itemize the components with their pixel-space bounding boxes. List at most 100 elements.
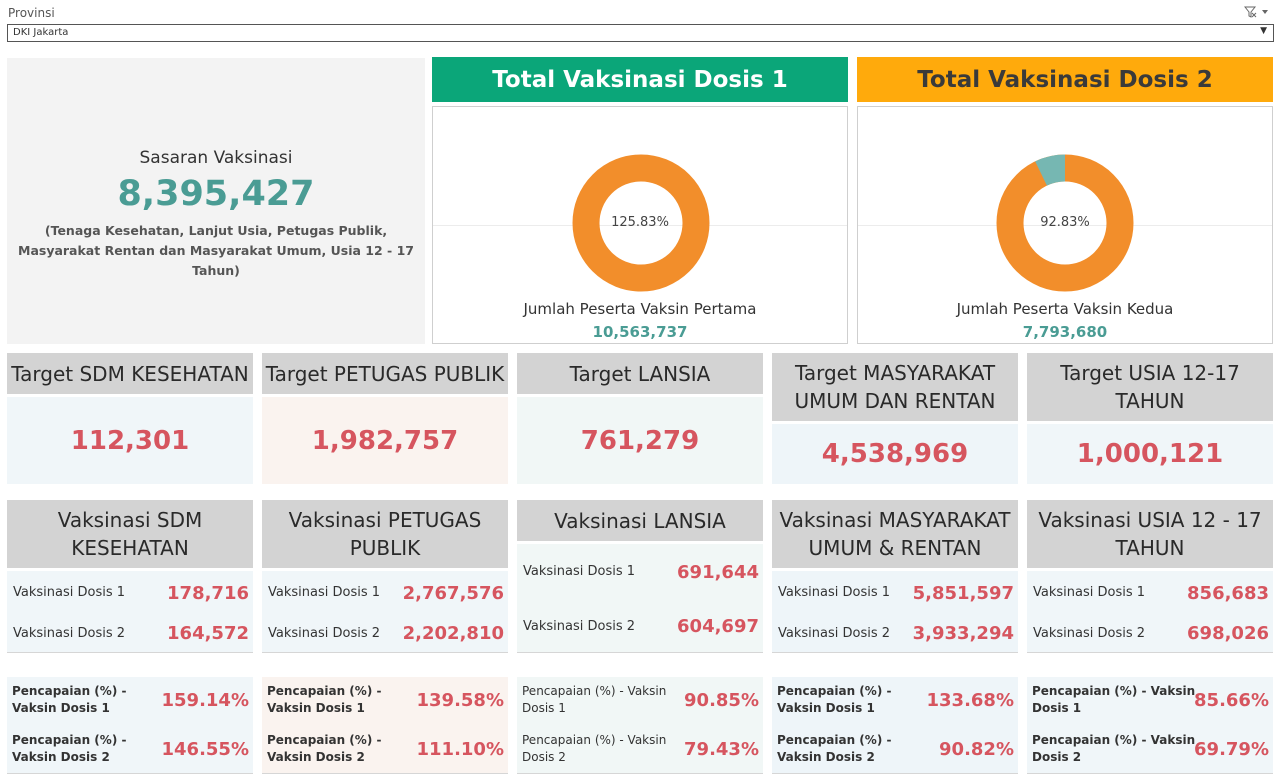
pencapaian-dose1-value: 85.66% bbox=[1194, 690, 1269, 711]
sasaran-value: 8,395,427 bbox=[117, 174, 315, 214]
pencapaian-dose1-label: Pencapaian (%) - Vaksin Dosis 1 bbox=[267, 683, 381, 717]
label-line2: Vaksin Dosis 2 bbox=[777, 750, 875, 764]
vaksinasi-sdm-header: Vaksinasi SDM KESEHATAN bbox=[7, 500, 253, 568]
vaksinasi-petugas-body: Vaksinasi Dosis 1 2,767,576 Vaksinasi Do… bbox=[262, 571, 508, 653]
label-line2: Vaksin Dosis 1 bbox=[777, 701, 875, 715]
dose2-count: 7,793,680 bbox=[1022, 323, 1108, 341]
label-line1: Pencapaian (%) - Vaksin bbox=[1032, 684, 1196, 698]
dose1-value: 5,851,597 bbox=[912, 583, 1014, 604]
dose2-label: Jumlah Peserta Vaksin Kedua bbox=[956, 300, 1174, 318]
pencapaian-dose1-value: 90.85% bbox=[684, 690, 759, 711]
label-line2: Vaksin Dosis 2 bbox=[12, 750, 110, 764]
dose1-label: Vaksinasi Dosis 1 bbox=[1033, 585, 1146, 600]
target-lansia-value: 761,279 bbox=[517, 397, 763, 484]
vaksinasi-masyarakat-header: Vaksinasi MASYARAKAT UMUM & RENTAN bbox=[772, 500, 1018, 568]
pencapaian-dose2-value: 69.79% bbox=[1194, 739, 1269, 760]
pencapaian-petugas-body: Pencapaian (%) - Vaksin Dosis 1 139.58% P… bbox=[262, 677, 508, 774]
sasaran-title: Sasaran Vaksinasi bbox=[139, 148, 293, 168]
pencapaian-dose2-label: Pencapaian (%) - Vaksin Dosis 2 bbox=[522, 732, 666, 766]
dose2-value: 698,026 bbox=[1187, 623, 1269, 644]
pencapaian-dose2-value: 111.10% bbox=[416, 739, 505, 760]
sasaran-vaksinasi-panel: Sasaran Vaksinasi 8,395,427 (Tenaga Kese… bbox=[7, 58, 425, 344]
pencapaian-dose1-label: Pencapaian (%) - Vaksin Dosis 1 bbox=[1032, 683, 1195, 717]
pencapaian-dose2-value: 90.82% bbox=[939, 739, 1014, 760]
target-masyarakat-header: Target MASYARAKAT UMUM DAN RENTAN bbox=[772, 353, 1018, 421]
target-sdm-kesehatan-header: Target SDM KESEHATAN bbox=[7, 353, 253, 394]
label-line2: Dosis 2 bbox=[522, 750, 566, 764]
pencapaian-dose1-value: 159.14% bbox=[161, 690, 250, 711]
target-usia-value: 1,000,121 bbox=[1027, 424, 1273, 484]
dose2-value: 2,202,810 bbox=[402, 623, 504, 644]
label-line1: Pencapaian (%) - bbox=[267, 733, 382, 747]
label-line1: Pencapaian (%) - bbox=[12, 684, 127, 698]
dose1-label: Vaksinasi Dosis 1 bbox=[268, 585, 381, 600]
provinsi-dropdown[interactable]: DKI Jakarta ▼ bbox=[7, 24, 1274, 42]
pencapaian-masyarakat-body: Pencapaian (%) - Vaksin Dosis 1 133.68% P… bbox=[772, 677, 1018, 774]
target-lansia-header: Target LANSIA bbox=[517, 353, 763, 394]
pencapaian-dose2-label: Pencapaian (%) - Vaksin Dosis 2 bbox=[12, 732, 126, 766]
dose1-label: Jumlah Peserta Vaksin Pertama bbox=[523, 300, 757, 318]
dose1-panel: 125.83% Jumlah Peserta Vaksin Pertama 10… bbox=[432, 106, 848, 344]
label-line1: Pencapaian (%) - Vaksin bbox=[522, 733, 667, 747]
pencapaian-dose1-label: Pencapaian (%) - Vaksin Dosis 1 bbox=[12, 683, 126, 717]
label-line2: Dosis 1 bbox=[1032, 701, 1082, 715]
pencapaian-dose2-value: 146.55% bbox=[161, 739, 250, 760]
target-masyarakat-value: 4,538,969 bbox=[772, 424, 1018, 484]
dose2-value: 3,933,294 bbox=[912, 623, 1014, 644]
provinsi-selected-value: DKI Jakarta bbox=[13, 27, 69, 38]
target-sdm-kesehatan-value: 112,301 bbox=[7, 397, 253, 484]
clear-filter-icon[interactable] bbox=[1243, 5, 1274, 19]
label-line2: Vaksin Dosis 1 bbox=[12, 701, 110, 715]
label-line1: Pencapaian (%) - bbox=[12, 733, 127, 747]
dose1-header: Total Vaksinasi Dosis 1 bbox=[432, 57, 848, 102]
dose2-panel: 92.83% Jumlah Peserta Vaksin Kedua 7,793… bbox=[857, 106, 1273, 344]
dose1-percent: 125.83% bbox=[611, 215, 669, 230]
dose1-value: 178,716 bbox=[167, 583, 249, 604]
dose1-label: Vaksinasi Dosis 1 bbox=[778, 585, 891, 600]
dose1-label: Vaksinasi Dosis 1 bbox=[13, 585, 126, 600]
pencapaian-dose1-label: Pencapaian (%) - Vaksin Dosis 1 bbox=[777, 683, 891, 717]
target-petugas-publik-value: 1,982,757 bbox=[262, 397, 508, 484]
sasaran-desc-line1: (Tenaga Kesehatan, Lanjut Usia, Petugas … bbox=[44, 223, 388, 238]
label-line2: Vaksin Dosis 1 bbox=[267, 701, 365, 715]
dose2-label: Vaksinasi Dosis 2 bbox=[778, 626, 891, 641]
vaksinasi-usia-body: Vaksinasi Dosis 1 856,683 Vaksinasi Dosi… bbox=[1027, 571, 1273, 653]
vaksinasi-usia-header: Vaksinasi USIA 12 - 17 TAHUN bbox=[1027, 500, 1273, 568]
dose1-count: 10,563,737 bbox=[592, 323, 688, 341]
dropdown-arrow-icon: ▼ bbox=[1260, 26, 1267, 36]
sasaran-desc-line2: Masyarakat Rentan dan Masyarakat Umum, U… bbox=[18, 243, 414, 278]
pencapaian-dose1-label: Pencapaian (%) - Vaksin Dosis 1 bbox=[522, 683, 666, 717]
pencapaian-usia-body: Pencapaian (%) - Vaksin Dosis 1 85.66% Pe… bbox=[1027, 677, 1273, 774]
pencapaian-dose1-value: 139.58% bbox=[416, 690, 505, 711]
dose1-value: 856,683 bbox=[1187, 583, 1269, 604]
label-line1: Pencapaian (%) - bbox=[267, 684, 382, 698]
pencapaian-dose2-label: Pencapaian (%) - Vaksin Dosis 2 bbox=[1032, 732, 1195, 766]
dose2-value: 164,572 bbox=[167, 623, 249, 644]
dose2-value: 604,697 bbox=[677, 616, 759, 637]
target-petugas-publik-header: Target PETUGAS PUBLIK bbox=[262, 353, 508, 394]
label-line1: Pencapaian (%) - Vaksin bbox=[522, 684, 667, 698]
dose2-label: Vaksinasi Dosis 2 bbox=[1033, 626, 1146, 641]
pencapaian-dose1-value: 133.68% bbox=[926, 690, 1015, 711]
dose2-label: Vaksinasi Dosis 2 bbox=[523, 619, 636, 634]
vaksinasi-lansia-body: Vaksinasi Dosis 1 691,644 Vaksinasi Dosi… bbox=[517, 544, 763, 653]
pencapaian-dose2-value: 79.43% bbox=[684, 739, 759, 760]
vaksinasi-masyarakat-body: Vaksinasi Dosis 1 5,851,597 Vaksinasi Do… bbox=[772, 571, 1018, 653]
label-line1: Pencapaian (%) - bbox=[777, 733, 892, 747]
dose2-label: Vaksinasi Dosis 2 bbox=[268, 626, 381, 641]
provinsi-filter-label: Provinsi bbox=[8, 6, 55, 20]
vaksinasi-petugas-header: Vaksinasi PETUGAS PUBLIK bbox=[262, 500, 508, 568]
label-line2: Vaksin Dosis 2 bbox=[267, 750, 365, 764]
label-line1: Pencapaian (%) - Vaksin bbox=[1032, 733, 1196, 747]
vaksinasi-sdm-body: Vaksinasi Dosis 1 178,716 Vaksinasi Dosi… bbox=[7, 571, 253, 653]
pencapaian-dose2-label: Pencapaian (%) - Vaksin Dosis 2 bbox=[777, 732, 891, 766]
pencapaian-dose2-label: Pencapaian (%) - Vaksin Dosis 2 bbox=[267, 732, 381, 766]
label-line1: Pencapaian (%) - bbox=[777, 684, 892, 698]
dose1-value: 691,644 bbox=[677, 562, 759, 583]
sasaran-description: (Tenaga Kesehatan, Lanjut Usia, Petugas … bbox=[17, 221, 415, 281]
vaksinasi-lansia-header: Vaksinasi LANSIA bbox=[517, 500, 763, 541]
target-usia-header: Target USIA 12-17 TAHUN bbox=[1027, 353, 1273, 421]
label-line2: Dosis 2 bbox=[1032, 750, 1082, 764]
pencapaian-sdm-body: Pencapaian (%) - Vaksin Dosis 1 159.14% P… bbox=[7, 677, 253, 774]
pencapaian-lansia-body: Pencapaian (%) - Vaksin Dosis 1 90.85% Pe… bbox=[517, 677, 763, 774]
